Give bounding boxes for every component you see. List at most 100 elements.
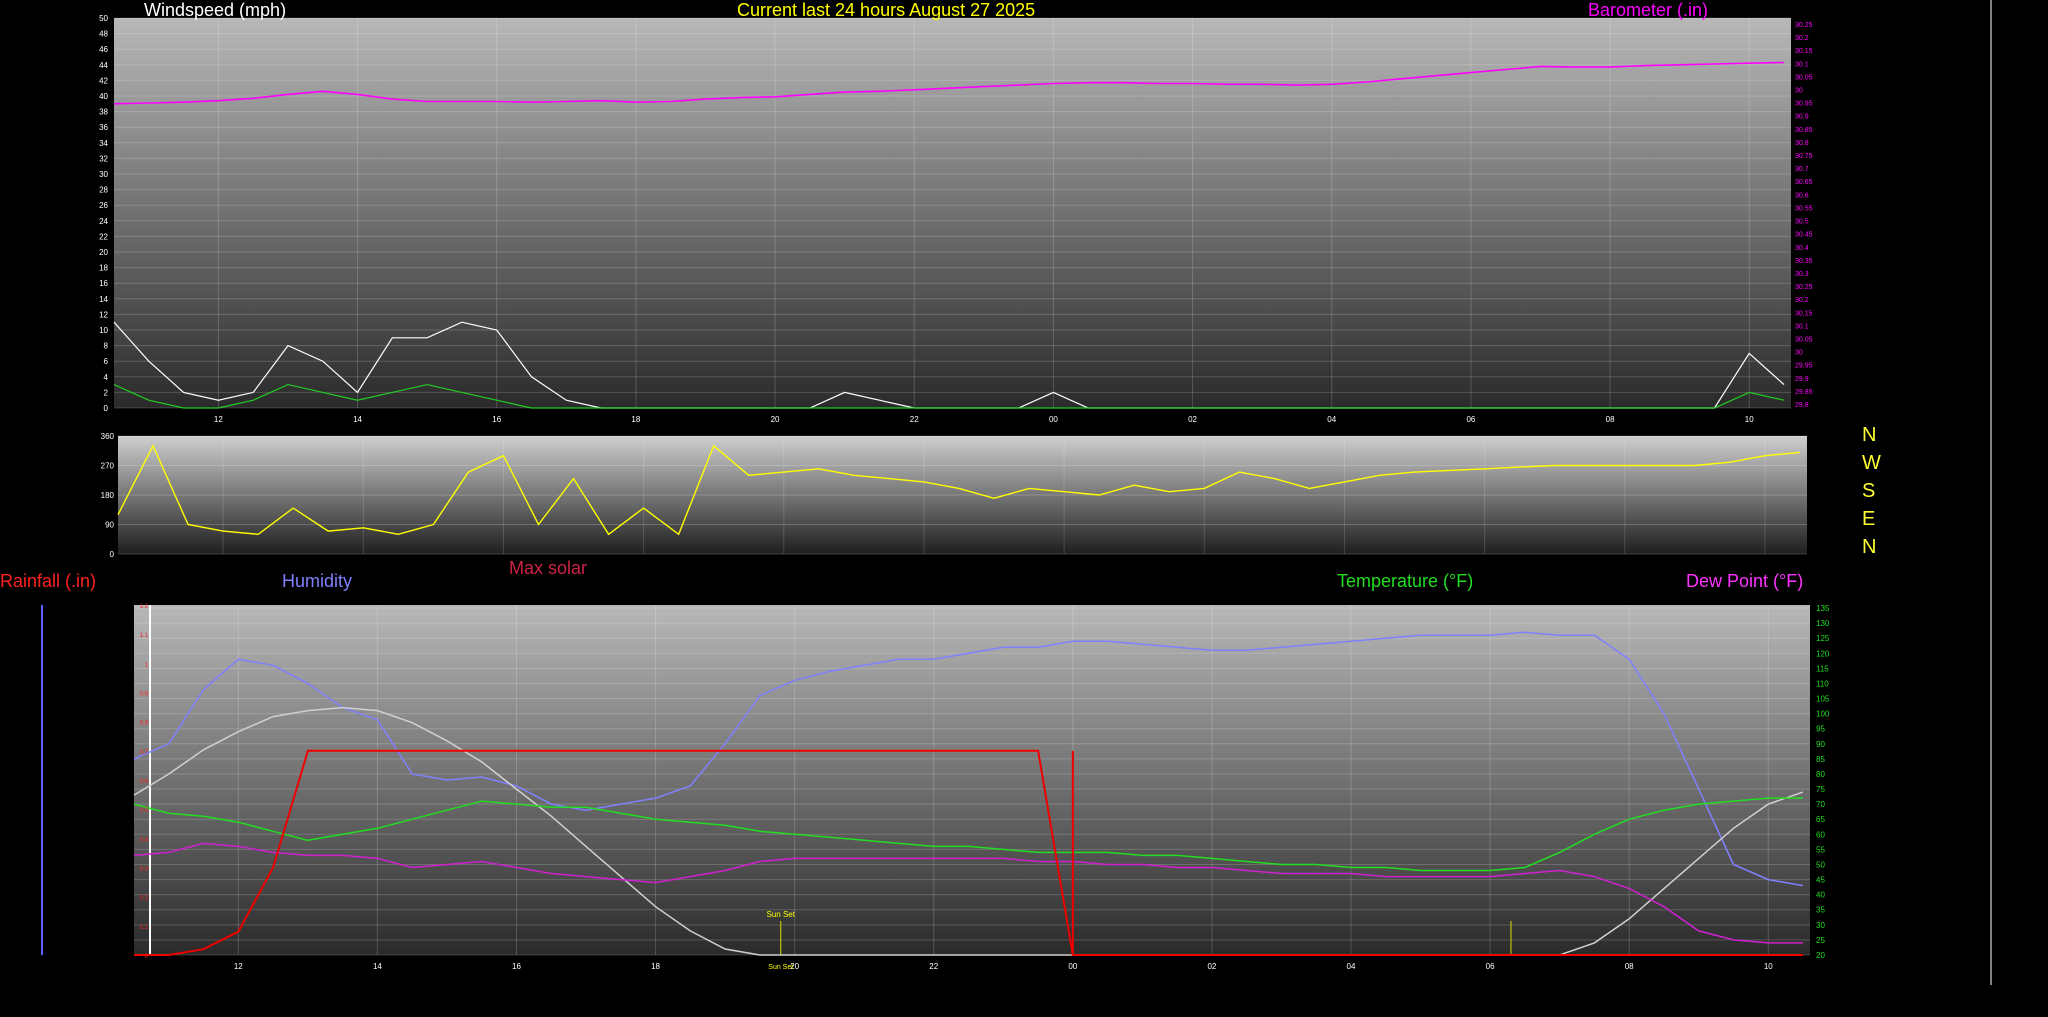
rainfall-title: Rainfall (.in) (0, 571, 97, 591)
max-solar-title: Max solar (509, 558, 588, 578)
windspeed-x-tick: 22 (910, 415, 919, 424)
temperature-y-tick: 25 (1816, 936, 1825, 945)
temperature-y-tick: 100 (1816, 710, 1830, 719)
barometer-y-tick: 30.35 (1795, 258, 1813, 265)
barometer-y-tick: 30.25 (1795, 284, 1813, 291)
temperature-y-tick: 90 (1816, 740, 1825, 749)
temperature-y-tick: 35 (1816, 906, 1825, 915)
windspeed-y-tick: 20 (99, 248, 108, 257)
barometer-y-tick: 30.75 (1795, 153, 1813, 160)
humidity-plot-area (134, 605, 1810, 955)
rainfall-y-tick: 0.9 (140, 692, 149, 698)
humidity-x-tick: 14 (373, 962, 382, 971)
temperature-y-tick: 50 (1816, 860, 1825, 869)
barometer-y-tick: 30.25 (1795, 22, 1813, 29)
dew-point-title: Dew Point (°F) (1686, 571, 1804, 591)
windspeed-y-tick: 22 (99, 232, 108, 241)
windspeed-y-tick: 8 (104, 342, 109, 351)
windspeed-y-tick: 30 (99, 170, 108, 179)
windspeed-y-tick: 42 (99, 76, 108, 85)
barometer-y-tick: 29.85 (1795, 389, 1813, 396)
windspeed-x-tick: 18 (631, 415, 640, 424)
humidity-x-tick: 08 (1625, 962, 1634, 971)
rainfall-y-tick: 0.2 (140, 896, 149, 902)
windspeed-y-tick: 16 (99, 279, 108, 288)
barometer-y-tick: 30.15 (1795, 310, 1813, 317)
temperature-y-tick: 135 (1816, 604, 1830, 613)
windspeed-y-tick: 2 (104, 388, 109, 397)
header-title: Current last 24 hours August 27 2025 (737, 0, 1036, 20)
barometer-y-tick: 30.2 (1795, 35, 1809, 42)
temperature-y-tick: 20 (1816, 951, 1825, 960)
barometer-y-tick: 30.8 (1795, 140, 1809, 147)
humidity-title: Humidity (282, 571, 353, 591)
barometer-y-tick: 30.1 (1795, 61, 1809, 68)
sunset-axis-label: Sun Set (768, 964, 793, 971)
rainfall-y-tick: 0.3 (140, 867, 149, 873)
barometer-y-tick: 30.55 (1795, 205, 1813, 212)
windspeed-y-tick: 36 (99, 123, 108, 132)
compass-n-bottom: N (1862, 536, 1877, 558)
compass-w: W (1862, 452, 1881, 474)
windspeed-x-tick: 14 (353, 415, 362, 424)
windspeed-y-tick: 46 (99, 45, 108, 54)
rainfall-y-tick: 1.1 (140, 633, 149, 639)
temperature-y-tick: 95 (1816, 725, 1825, 734)
temperature-y-tick: 85 (1816, 755, 1825, 764)
temperature-title: Temperature (°F) (1337, 571, 1474, 591)
windspeed-x-tick: 06 (1466, 415, 1475, 424)
humidity-x-tick: 12 (234, 962, 243, 971)
direction-y-tick: 360 (101, 432, 115, 441)
temperature-y-tick: 80 (1816, 770, 1825, 779)
humidity-x-tick: 16 (512, 962, 521, 971)
windspeed-y-tick: 6 (104, 357, 109, 366)
rainfall-y-tick: 0.6 (140, 779, 149, 785)
barometer-y-tick: 30.05 (1795, 74, 1813, 81)
compass-n-top: N (1862, 424, 1877, 446)
rainfall-y-tick: 0.7 (140, 750, 149, 756)
barometer-y-tick: 30.1 (1795, 323, 1809, 330)
barometer-y-tick: 30.9 (1795, 114, 1809, 121)
windspeed-y-tick: 34 (99, 139, 108, 148)
windspeed-x-tick: 02 (1188, 415, 1197, 424)
windspeed-y-tick: 14 (99, 295, 108, 304)
windspeed-x-tick: 10 (1745, 415, 1754, 424)
barometer-y-tick: 30 (1795, 88, 1803, 95)
compass-s: S (1862, 480, 1876, 502)
temperature-y-tick: 115 (1816, 664, 1829, 673)
rainfall-y-tick: 1.2 (140, 604, 149, 610)
rainfall-y-tick: 0.4 (140, 837, 149, 843)
barometer-y-tick: 30.95 (1795, 101, 1813, 108)
windspeed-y-tick: 32 (99, 154, 108, 163)
humidity-x-tick: 02 (1207, 962, 1216, 971)
windspeed-y-tick: 4 (104, 373, 109, 382)
temperature-y-tick: 65 (1816, 815, 1825, 824)
barometer-y-tick: 30.65 (1795, 179, 1813, 186)
compass-e: E (1862, 508, 1876, 530)
windspeed-y-tick: 10 (99, 326, 108, 335)
barometer-title: Barometer (.in) (1588, 0, 1709, 20)
humidity-x-tick: 04 (1347, 962, 1356, 971)
windspeed-y-tick: 18 (99, 264, 108, 273)
barometer-y-tick: 30.5 (1795, 219, 1809, 226)
windspeed-y-tick: 50 (99, 14, 108, 23)
barometer-y-tick: 30.2 (1795, 297, 1809, 304)
barometer-y-tick: 30.4 (1795, 245, 1809, 252)
temperature-y-tick: 45 (1816, 876, 1825, 885)
windspeed-y-tick: 24 (99, 217, 108, 226)
barometer-y-tick: 29.9 (1795, 376, 1809, 383)
barometer-y-tick: 30.05 (1795, 336, 1813, 343)
windspeed-x-tick: 04 (1327, 415, 1336, 424)
windspeed-y-tick: 28 (99, 186, 108, 195)
direction-y-tick: 180 (101, 491, 115, 500)
windspeed-x-tick: 16 (492, 415, 501, 424)
temperature-y-tick: 60 (1816, 830, 1825, 839)
humidity-x-tick: 00 (1068, 962, 1077, 971)
barometer-y-tick: 30.6 (1795, 192, 1809, 199)
temperature-y-tick: 130 (1816, 619, 1830, 628)
barometer-y-tick: 29.95 (1795, 363, 1813, 370)
windspeed-y-tick: 0 (104, 404, 109, 413)
humidity-x-tick: 06 (1486, 962, 1495, 971)
windspeed-y-tick: 44 (99, 61, 108, 70)
temperature-y-tick: 30 (1816, 921, 1825, 930)
